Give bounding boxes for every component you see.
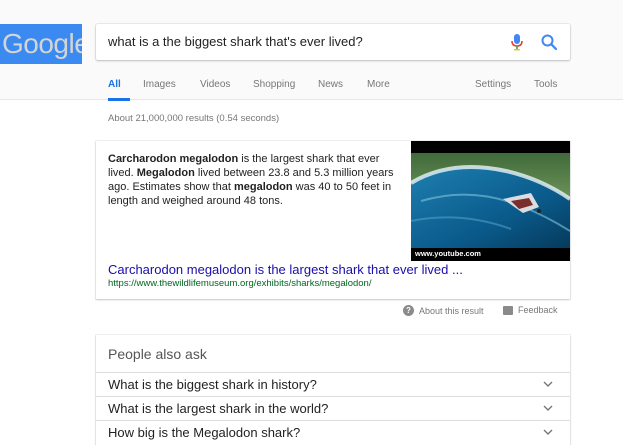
paa-question-row[interactable]: What is the largest shark in the world? (96, 396, 570, 420)
search-icon[interactable] (540, 33, 558, 51)
people-also-ask-card: People also ask What is the biggest shar… (96, 335, 570, 445)
chevron-down-icon (543, 405, 553, 411)
tab-more[interactable]: More (367, 79, 390, 90)
search-box[interactable]: what is a the biggest shark that's ever … (96, 24, 570, 60)
paa-question: How big is the Megalodon shark? (108, 425, 301, 440)
paa-question: What is the biggest shark in history? (108, 377, 317, 392)
info-icon: ? (403, 305, 414, 316)
featured-snippet-text: Carcharodon megalodon is the largest sha… (108, 152, 400, 208)
about-result-label: About this result (419, 305, 484, 316)
snippet-bold-term: Megalodon (136, 167, 195, 179)
thumbnail-source: www.youtube.com (415, 249, 481, 258)
chevron-down-icon (543, 429, 553, 435)
tab-shopping[interactable]: Shopping (253, 79, 295, 90)
tab-news[interactable]: News (318, 79, 343, 90)
result-title-link[interactable]: Carcharodon megalodon is the largest sha… (108, 262, 463, 277)
feedback-label: Feedback (518, 305, 558, 315)
feedback-link[interactable]: Feedback (503, 305, 558, 315)
featured-snippet-card: Carcharodon megalodon is the largest sha… (96, 141, 570, 299)
snippet-bold-term: Carcharodon megalodon (108, 153, 239, 165)
tab-all[interactable]: All (108, 79, 121, 90)
people-also-ask-title: People also ask (108, 346, 207, 362)
feedback-icon (503, 305, 513, 315)
paa-question-row[interactable]: What is the biggest shark in history? (96, 372, 570, 396)
about-result-link[interactable]: ? About this result (403, 305, 484, 316)
active-tab-indicator (108, 98, 130, 101)
tab-videos[interactable]: Videos (200, 79, 230, 90)
snippet-bold-term: megalodon (233, 181, 293, 193)
wave-shark-illustration (411, 141, 570, 261)
paa-question-row[interactable]: How big is the Megalodon shark? (96, 420, 570, 444)
google-logo[interactable]: Google (0, 24, 82, 64)
tab-images[interactable]: Images (143, 79, 176, 90)
result-stats: About 21,000,000 results (0.54 seconds) (108, 113, 280, 124)
microphone-icon[interactable] (509, 33, 525, 51)
search-input[interactable]: what is a the biggest shark that's ever … (108, 34, 363, 49)
result-url[interactable]: https://www.thewildlifemuseum.org/exhibi… (108, 278, 371, 289)
settings-link[interactable]: Settings (475, 79, 511, 90)
chevron-down-icon (543, 381, 553, 387)
featured-thumbnail[interactable]: www.youtube.com (411, 141, 570, 261)
paa-question: What is the largest shark in the world? (108, 401, 329, 416)
tools-link[interactable]: Tools (534, 79, 557, 90)
